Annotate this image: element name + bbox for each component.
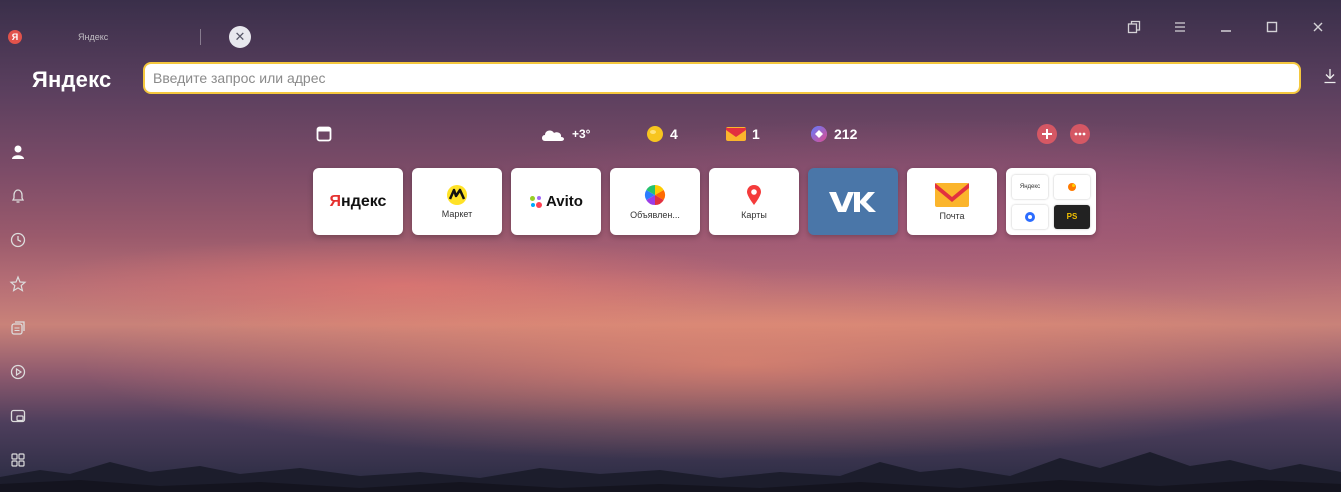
pinwheel-icon [644,184,666,205]
tile-group-grid: Яндекс PS [1012,174,1090,229]
coin-icon [647,126,663,142]
messenger-count: 212 [834,126,858,142]
tile-mail[interactable]: Почта [907,168,997,235]
tile-market[interactable]: Маркет [412,168,502,235]
mail-icon [726,127,746,141]
mountain-silhouette [0,452,1341,492]
weather-temp: +3° [572,127,591,141]
tab-divider [200,29,201,45]
tab-yandex[interactable]: Яндекс [60,24,201,50]
tile-group[interactable]: Яндекс PS [1006,168,1096,235]
mail-envelope-icon [935,182,969,207]
tile-ads[interactable]: Объявлен... [610,168,700,235]
market-icon [447,184,467,205]
close-tab-icon[interactable]: ✕ [229,26,251,48]
mini-tile-kinopoisk[interactable] [1054,174,1090,199]
yandex-tile-logo: Яндекс [329,192,387,210]
mini-tile-yandex[interactable]: Яндекс [1012,174,1048,199]
search-input[interactable] [153,70,1299,86]
tile-caption: Маркет [441,208,473,219]
coins-widget[interactable]: 4 [646,122,678,146]
close-icon[interactable] [1295,16,1341,38]
minimize-icon[interactable] [1203,16,1249,38]
tile-vk[interactable] [808,168,898,235]
add-tile-button[interactable] [1036,122,1058,146]
more-options-button[interactable] [1069,122,1091,146]
tile-yandex[interactable]: Яндекс [313,168,403,235]
brand-logo[interactable]: Яндекс [32,67,111,93]
maximize-icon[interactable] [1249,16,1295,38]
user-icon[interactable] [0,130,36,174]
widgets-row: +3° 4 1 212 [316,122,1096,148]
tile-maps[interactable]: Карты [709,168,799,235]
avito-icon [530,195,543,208]
pip-icon[interactable] [0,394,36,438]
mini-tile-app[interactable] [1012,204,1048,229]
tab-label: Яндекс [78,32,109,42]
messenger-widget[interactable]: 212 [810,122,857,146]
collections-icon[interactable] [0,306,36,350]
tile-caption: Объявлен... [630,209,680,220]
address-bar[interactable] [143,62,1301,94]
window-controls [1111,16,1341,38]
speed-dial: Яндекс Маркет Avito Объявлен... Карты По… [313,168,1096,235]
mail-count: 1 [752,126,760,142]
play-icon[interactable] [0,350,36,394]
coins-count: 4 [670,126,678,142]
tile-caption: Карты [741,209,767,220]
clock-icon[interactable] [0,218,36,262]
tabs-icon[interactable] [1111,16,1157,38]
sparkle-icon [1068,182,1076,191]
new-tab-widget[interactable] [316,122,332,146]
circle-app-icon [1025,211,1035,222]
mail-widget[interactable]: 1 [726,122,760,146]
messenger-icon [811,126,827,142]
mini-tile-ps[interactable]: PS [1054,204,1090,229]
star-icon[interactable] [0,262,36,306]
bell-icon[interactable] [0,174,36,218]
plus-icon [1037,124,1057,144]
tile-caption: Почта [939,210,965,221]
vk-logo-icon [829,191,876,212]
tile-avito[interactable]: Avito [511,168,601,235]
avito-logo: Avito [529,193,583,210]
sidebar [0,130,36,482]
more-dots-icon [1070,124,1090,144]
cloud-icon [542,130,564,141]
map-pin-icon [747,184,761,205]
apps-icon[interactable] [0,438,36,482]
download-icon[interactable] [1323,68,1337,89]
menu-icon[interactable] [1157,16,1203,38]
yandex-logo-icon[interactable]: Я [8,30,22,44]
window-icon [316,126,332,142]
title-bar: Я Яндекс ✕ [0,0,1341,54]
weather-widget[interactable]: +3° [540,122,590,146]
avito-label: Avito [546,193,583,210]
